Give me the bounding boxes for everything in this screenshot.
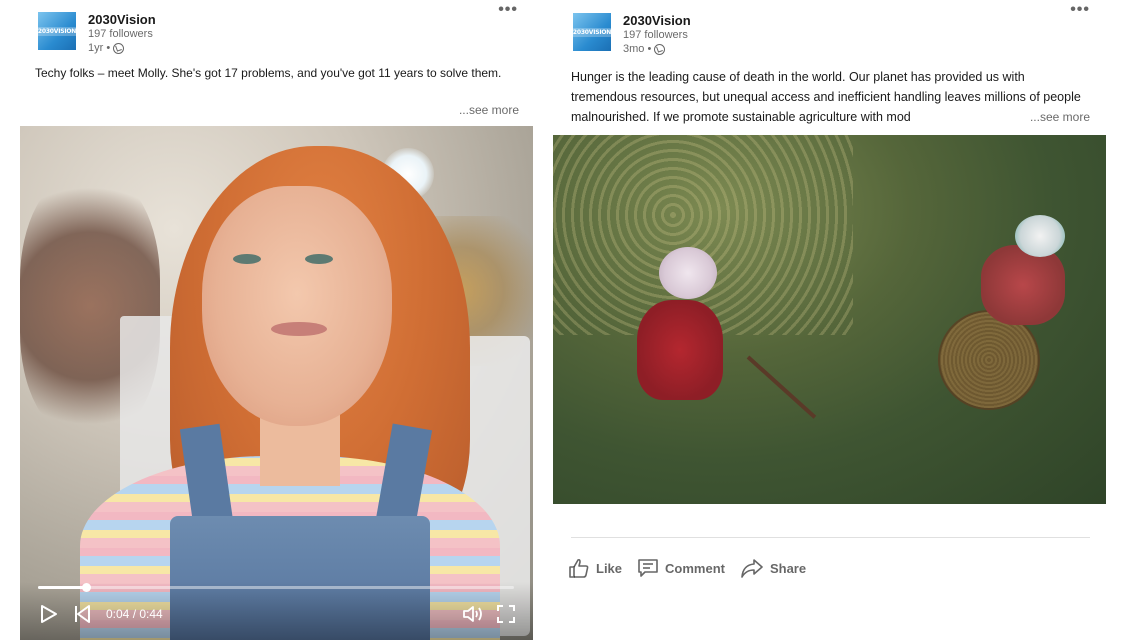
share-label: Share [769, 560, 807, 576]
video-subject-mouth [271, 322, 327, 336]
comment-label: Comment [665, 560, 725, 576]
globe-icon [654, 43, 666, 55]
more-options-icon[interactable]: ••• [498, 2, 518, 18]
image-person [981, 245, 1065, 325]
company-name[interactable]: 2030Vision [623, 13, 691, 28]
progress-thumb[interactable] [81, 583, 91, 592]
company-logo[interactable]: 2030VISION [573, 13, 611, 51]
video-subject-face [202, 186, 392, 426]
progress-bar[interactable] [38, 583, 514, 592]
volume-icon[interactable] [462, 604, 484, 629]
post-text: Hunger is the leading cause of death in … [571, 67, 1093, 127]
divider [571, 537, 1090, 538]
video-player[interactable]: 0:04 / 0:44 [20, 126, 533, 640]
image-person [637, 300, 723, 400]
video-subject-eye [233, 254, 261, 264]
video-controls: 0:04 / 0:44 [20, 582, 533, 640]
video-subject-eye [305, 254, 333, 264]
see-more-link[interactable]: ...see more [459, 103, 519, 117]
play-icon[interactable] [40, 604, 58, 629]
share-button[interactable]: Share [740, 557, 806, 579]
logo-text: 2030VISION [573, 27, 611, 37]
post-header: 2030VISION 2030Vision 197 followers 1yr … [38, 12, 533, 60]
like-button[interactable]: Like [568, 557, 622, 579]
globe-icon [113, 42, 125, 54]
image-person-head [659, 247, 717, 299]
post-meta: 3mo • [623, 43, 666, 55]
post-age: 1yr • [88, 42, 111, 54]
see-more-link[interactable]: ...see more [1026, 110, 1090, 124]
logo-text: 2030VISION [38, 26, 76, 36]
post-card-video: 2030VISION 2030Vision 197 followers 1yr … [20, 0, 533, 640]
post-age: 3mo • [623, 43, 652, 55]
comment-icon [637, 557, 659, 579]
post-text: Techy folks – meet Molly. She's got 17 p… [35, 66, 502, 80]
post-card-image: 2030VISION 2030Vision 197 followers 3mo … [553, 0, 1106, 640]
company-logo[interactable]: 2030VISION [38, 12, 76, 50]
video-time: 0:04 / 0:44 [106, 607, 163, 621]
post-text-content: Hunger is the leading cause of death in … [571, 70, 1081, 124]
more-options-icon[interactable]: ••• [1070, 2, 1090, 18]
image-basket [938, 310, 1040, 410]
follower-count: 197 followers [88, 28, 153, 40]
social-actions: Like Comment Share [568, 555, 821, 581]
fullscreen-icon[interactable] [496, 604, 516, 629]
image-person-head [1015, 215, 1065, 257]
image-stick [746, 355, 817, 419]
post-image[interactable] [553, 135, 1106, 504]
company-name[interactable]: 2030Vision [88, 12, 156, 27]
follower-count: 197 followers [623, 29, 688, 41]
skip-back-icon[interactable] [73, 604, 91, 629]
post-header: 2030VISION 2030Vision 197 followers 3mo … [573, 13, 1106, 61]
share-icon [740, 557, 764, 579]
like-icon [568, 557, 590, 579]
like-label: Like [596, 560, 623, 576]
comment-button[interactable]: Comment [637, 557, 725, 579]
post-meta: 1yr • [88, 42, 125, 54]
progress-fill [38, 586, 86, 589]
